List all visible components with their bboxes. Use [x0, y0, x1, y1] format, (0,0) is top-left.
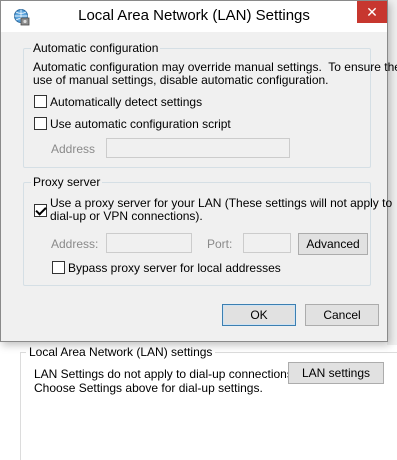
script-address-label: Address	[51, 142, 96, 156]
proxy-address-label: Address:	[51, 237, 99, 251]
proxy-port-label: Port:	[207, 237, 233, 251]
lan-settings-button[interactable]: LAN settings	[288, 362, 384, 384]
auto-config-title: Automatic configuration	[31, 41, 161, 55]
use-proxy-label[interactable]: Use a proxy server for your LAN (These s…	[50, 197, 392, 223]
close-button[interactable]: ✕	[357, 1, 387, 23]
auto-config-script-label[interactable]: Use automatic configuration script	[50, 117, 231, 131]
cancel-button[interactable]: Cancel	[305, 304, 379, 326]
auto-config-script-checkbox[interactable]	[34, 117, 47, 130]
script-address-field[interactable]	[106, 138, 290, 158]
auto-detect-label[interactable]: Automatically detect settings	[50, 95, 202, 109]
bypass-local-checkbox[interactable]	[52, 261, 65, 274]
bypass-local-label[interactable]: Bypass proxy server for local addresses	[68, 261, 281, 275]
lan-settings-dialog: Local Area Network (LAN) Settings ✕ Auto…	[0, 0, 397, 342]
parent-window-edge	[387, 0, 397, 345]
close-icon: ✕	[366, 4, 378, 20]
advanced-button[interactable]: Advanced	[298, 233, 368, 255]
dialog-title: Local Area Network (LAN) Settings	[78, 7, 310, 24]
auto-config-description: Automatic configuration may override man…	[33, 60, 397, 87]
proxy-address-field[interactable]	[106, 233, 192, 253]
auto-detect-checkbox[interactable]	[34, 95, 47, 108]
proxy-server-title: Proxy server	[31, 175, 103, 189]
lan-settings-group-title: Local Area Network (LAN) settings	[26, 345, 216, 359]
title-bar[interactable]: Local Area Network (LAN) Settings ✕	[1, 1, 387, 32]
lan-settings-note: LAN Settings do not apply to dial-up con…	[34, 367, 297, 395]
proxy-port-field[interactable]	[243, 233, 291, 253]
use-proxy-checkbox[interactable]	[34, 204, 47, 217]
ok-button[interactable]: OK	[222, 304, 296, 326]
